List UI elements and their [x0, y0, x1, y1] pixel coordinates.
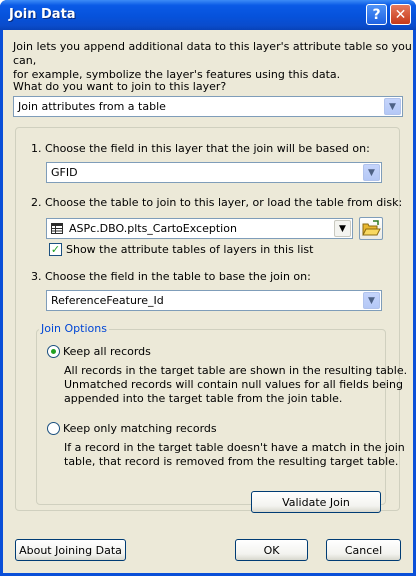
radio-selected-dot	[51, 349, 56, 354]
keep-matching-radio[interactable]	[47, 422, 60, 435]
chevron-down-icon[interactable]: ▼	[363, 164, 380, 181]
join-type-select[interactable]: Join attributes from a table ▼	[13, 96, 403, 117]
about-joining-data-button[interactable]: About Joining Data	[15, 539, 126, 561]
join-data-dialog: Join Data ? ✕ Join lets you append addit…	[0, 0, 416, 576]
intro-text: Join lets you append additional data to …	[13, 40, 412, 81]
help-button[interactable]: ?	[366, 4, 387, 25]
table-icon	[51, 223, 63, 234]
table-field-value: ReferenceFeature_Id	[51, 294, 164, 307]
window-title: Join Data	[9, 7, 76, 22]
keep-matching-label[interactable]: Keep only matching records	[63, 422, 217, 435]
step1-label: 1. Choose the field in this layer that t…	[31, 142, 370, 155]
join-options-legend: Join Options	[39, 322, 109, 335]
keep-matching-description: If a record in the target table doesn't …	[64, 441, 405, 468]
table-field-select[interactable]: ReferenceFeature_Id ▼	[46, 290, 382, 311]
join-table-select[interactable]: ASPc.DBO.plts_CartoException ▼	[46, 218, 353, 239]
title-bar[interactable]: Join Data ? ✕	[0, 0, 416, 30]
open-folder-icon	[362, 220, 381, 236]
validate-join-button[interactable]: Validate Join	[251, 491, 381, 513]
close-button[interactable]: ✕	[390, 4, 411, 25]
layer-field-value: GFID	[51, 166, 78, 179]
dialog-body: Join lets you append additional data to …	[3, 30, 413, 573]
keep-all-radio[interactable]	[47, 345, 60, 358]
browse-table-button[interactable]	[359, 217, 383, 240]
join-type-value: Join attributes from a table	[18, 100, 166, 113]
chevron-down-icon[interactable]: ▼	[384, 98, 401, 115]
step3-label: 3. Choose the field in the table to base…	[31, 270, 311, 283]
join-table-value: ASPc.DBO.plts_CartoException	[69, 222, 237, 235]
show-layers-checkbox[interactable]: ✓	[49, 243, 62, 256]
keep-all-label[interactable]: Keep all records	[63, 345, 151, 358]
join-question-label: What do you want to join to this layer?	[13, 80, 227, 93]
show-layers-label: Show the attribute tables of layers in t…	[66, 243, 314, 256]
cancel-button[interactable]: Cancel	[326, 539, 401, 561]
chevron-down-icon[interactable]: ▼	[334, 220, 351, 237]
keep-all-description: All records in the target table are show…	[64, 364, 408, 405]
chevron-down-icon[interactable]: ▼	[363, 292, 380, 309]
step2-label: 2. Choose the table to join to this laye…	[31, 196, 403, 209]
ok-button[interactable]: OK	[235, 539, 308, 561]
layer-field-select[interactable]: GFID ▼	[46, 162, 382, 183]
